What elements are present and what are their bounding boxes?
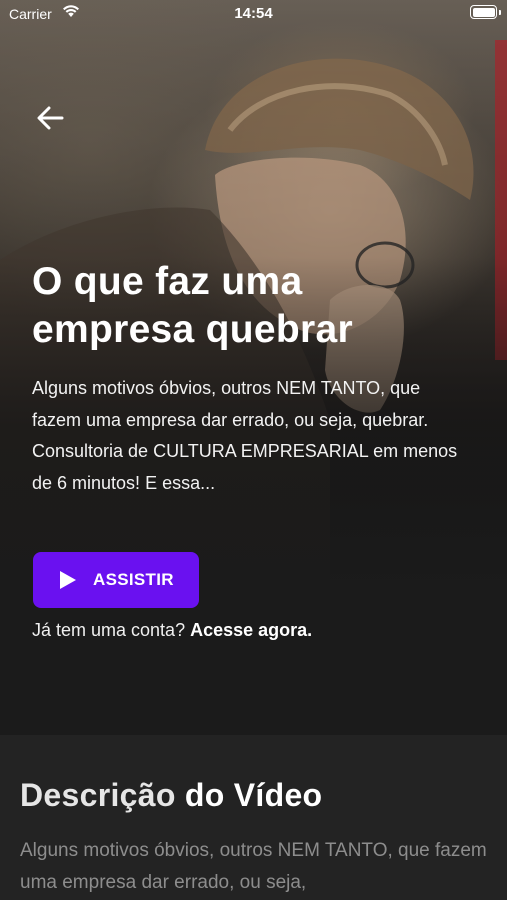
back-arrow-icon[interactable] <box>34 102 66 134</box>
battery-icon <box>470 5 497 19</box>
watch-button[interactable]: ASSISTIR <box>33 552 199 608</box>
description-section: Descrição do Vídeo Alguns motivos óbvios… <box>0 735 507 900</box>
status-time: 14:54 <box>234 5 273 22</box>
description-heading-light: Descrição <box>20 777 176 813</box>
status-bar: Carrier 14:54 <box>0 0 507 30</box>
description-text: Alguns motivos óbvios, outros NEM TANTO,… <box>20 840 487 893</box>
watch-button-label: ASSISTIR <box>93 570 174 589</box>
video-summary: Alguns motivos óbvios, outros NEM TANTO,… <box>32 378 458 493</box>
description-heading: Descrição do Vídeo <box>20 777 322 814</box>
description-heading-bold: do Vídeo <box>184 777 323 813</box>
battery-tip <box>499 10 501 15</box>
login-prompt-text: Já tem uma conta? <box>32 620 186 640</box>
play-icon <box>60 571 76 589</box>
login-prompt: Já tem uma conta? Acesse agora. <box>32 620 312 641</box>
video-title: O que faz uma empresa quebrar <box>32 260 353 351</box>
login-link[interactable]: Acesse agora. <box>190 620 312 640</box>
